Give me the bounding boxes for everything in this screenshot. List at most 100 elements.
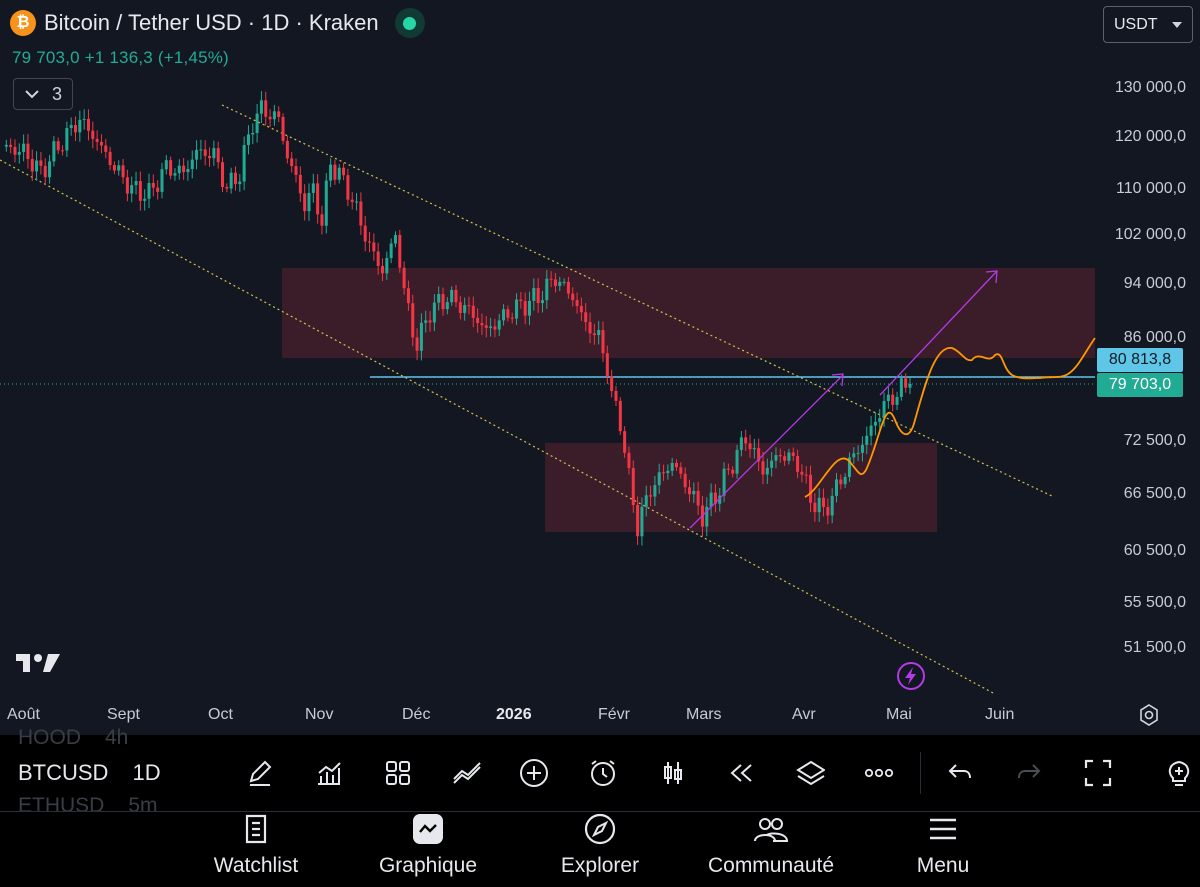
candle-body [294, 166, 298, 175]
candle-body [683, 473, 687, 488]
settings-icon[interactable] [1137, 703, 1161, 727]
candle-body [709, 492, 713, 507]
y-tick: 94 000,0 [1123, 275, 1186, 292]
fullscreen-button[interactable] [1083, 758, 1113, 788]
templates-button[interactable] [383, 758, 413, 788]
candle-body [592, 333, 596, 336]
nav-chart[interactable]: Graphique [343, 812, 513, 878]
layers-button[interactable] [795, 758, 825, 788]
candle-body [886, 394, 890, 402]
candle-body [895, 396, 899, 405]
y-tick: 51 500,0 [1123, 639, 1186, 656]
compare-button[interactable] [452, 758, 482, 788]
candle-body [268, 116, 272, 120]
candle-body [117, 165, 121, 171]
candle-body [489, 326, 493, 328]
indicators-toggle-button[interactable]: 3 [13, 78, 73, 110]
candle-body [264, 100, 268, 117]
candle-body [363, 225, 367, 242]
candle-body [614, 390, 618, 401]
candle-body [856, 452, 860, 454]
candle-body [532, 287, 536, 301]
lightning-icon[interactable] [896, 661, 926, 691]
chart-type-button[interactable] [658, 758, 688, 788]
market-open-indicator[interactable] [394, 8, 425, 38]
grid-icon [386, 761, 410, 785]
candle-body [272, 111, 276, 120]
candle-body [597, 330, 601, 336]
candle-body [52, 141, 56, 162]
redo-button[interactable] [1014, 758, 1044, 788]
candle-body [804, 474, 808, 476]
toolbar-divider [920, 752, 921, 794]
candle-body [69, 125, 73, 129]
y-tick: 72 500,0 [1123, 432, 1186, 449]
chart-title[interactable]: Bitcoin / Tether USD · 1D · Kraken [44, 10, 379, 36]
candle-body [770, 460, 774, 468]
candle-body [610, 376, 614, 391]
candle-body [35, 160, 39, 172]
candle-body [445, 302, 449, 310]
channel-lower-line[interactable] [0, 159, 996, 695]
candle-body [138, 181, 142, 201]
x-tick: Déc [402, 706, 431, 723]
candle-body [843, 476, 847, 485]
add-button[interactable] [519, 758, 549, 788]
symbol-selector[interactable]: BTCUSD 1D [18, 760, 161, 786]
symbol-above[interactable]: HOOD 4h [18, 726, 128, 750]
candle-body [303, 193, 307, 212]
level-price-tag[interactable]: 80 813,8 [1097, 348, 1183, 372]
nav-menu[interactable]: Menu [858, 812, 1028, 878]
candle-body [752, 448, 756, 450]
candle-body [428, 320, 432, 323]
price-change: 79 703,0 +1 136,3 (+1,45%) [12, 48, 229, 67]
candle-body [143, 198, 147, 201]
y-tick: 120 000,0 [1114, 128, 1186, 145]
ideas-button[interactable] [1164, 758, 1194, 788]
rewind-icon [730, 764, 752, 782]
candle-body [536, 287, 540, 304]
replay-button[interactable] [726, 758, 756, 788]
more-button[interactable] [864, 758, 894, 788]
candle-body [830, 495, 834, 516]
candle-body [852, 453, 856, 458]
candle-body [380, 265, 385, 274]
redo-icon [1018, 764, 1041, 779]
chart-area[interactable]: ₿ Bitcoin / Tether USD · 1D · Kraken 79 … [0, 0, 1200, 735]
interval-above-label: 4h [105, 726, 129, 749]
candle-body [739, 437, 743, 450]
candle-body [99, 141, 103, 146]
currency-select[interactable]: USDT [1103, 6, 1193, 43]
candle-body [778, 455, 782, 457]
candle-body [251, 132, 255, 135]
candle-body [376, 251, 380, 266]
nav-community[interactable]: Communauté [686, 812, 856, 878]
draw-tool-button[interactable] [245, 758, 275, 788]
candle-body [216, 148, 220, 163]
candle-body [873, 421, 877, 426]
alert-button[interactable] [588, 758, 618, 788]
candle-body [411, 303, 415, 338]
candle-body [342, 167, 346, 176]
y-tick: 66 500,0 [1123, 485, 1186, 502]
undo-button[interactable] [945, 758, 975, 788]
price-chart[interactable] [0, 0, 1200, 735]
candle-body [826, 506, 830, 516]
candle-body [419, 322, 423, 351]
candle-body [298, 174, 302, 194]
candle-body [796, 456, 800, 472]
candle-body [601, 330, 605, 354]
nav-explorer[interactable]: Explorer [515, 812, 685, 878]
candle-body [147, 182, 151, 199]
candle-body [108, 151, 112, 166]
candle-body [497, 320, 501, 330]
indicator-count: 3 [51, 83, 62, 104]
tradingview-logo[interactable] [16, 650, 62, 674]
indicators-button[interactable] [314, 758, 344, 788]
candle-body [545, 278, 549, 301]
candle-body [346, 175, 350, 200]
interval-label: 1D [132, 760, 161, 785]
x-tick: Août [7, 706, 40, 723]
candle-body [355, 201, 359, 203]
nav-watchlist[interactable]: Watchlist [171, 812, 341, 878]
